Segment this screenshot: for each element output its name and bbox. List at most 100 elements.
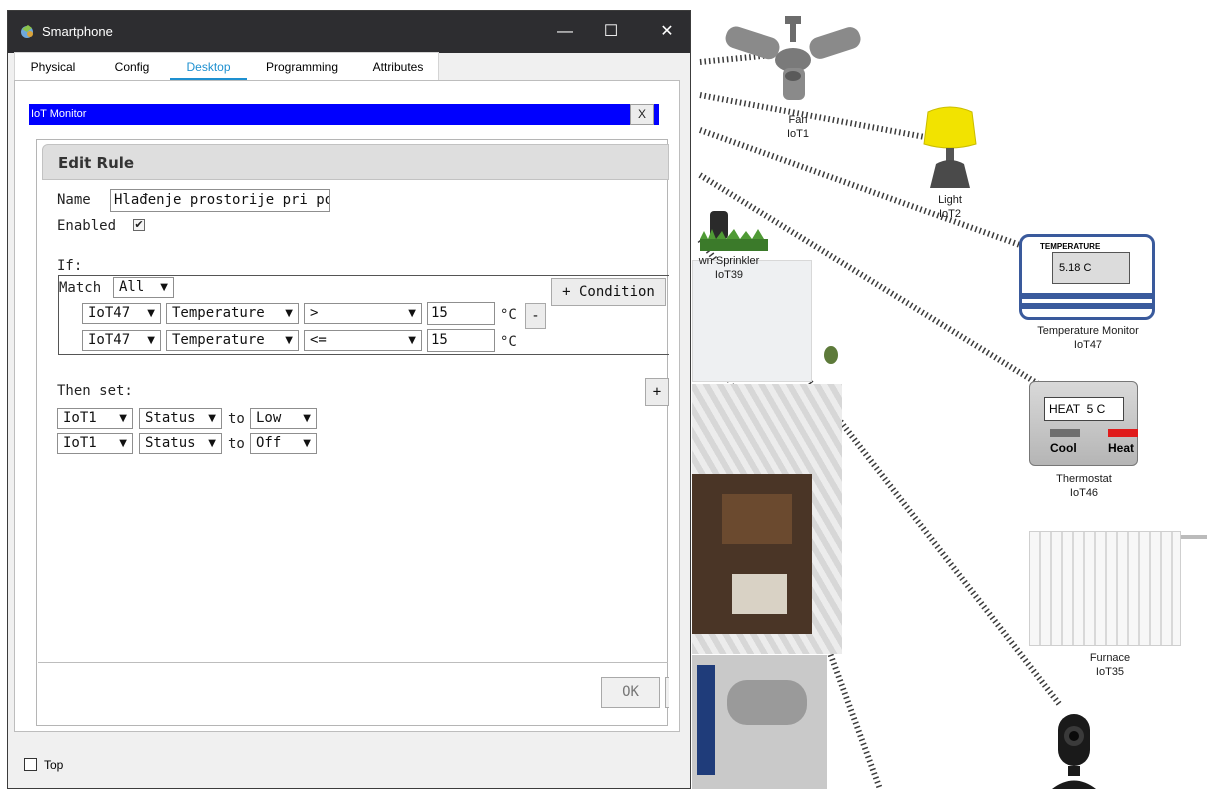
maximize-button[interactable]: ☐ <box>588 11 634 53</box>
tab-physical[interactable]: Physical <box>24 53 82 81</box>
dropdown-arrow-icon: ▼ <box>408 335 416 346</box>
tab-attributes[interactable]: Attributes <box>365 53 431 81</box>
condition-2-unit: °C <box>500 334 517 350</box>
condition-2-device: IoT47 <box>88 332 131 348</box>
tab-programming[interactable]: Programming <box>260 53 344 81</box>
dropdown-arrow-icon: ▼ <box>119 438 127 449</box>
window-title: Smartphone <box>42 24 113 39</box>
action-2-to-label: to <box>228 436 245 452</box>
dropdown-arrow-icon: ▼ <box>160 282 168 293</box>
dialog-divider <box>38 662 668 663</box>
condition-2-value-input[interactable]: 15 <box>427 329 495 352</box>
edit-rule-title: Edit Rule <box>58 154 135 172</box>
dropdown-arrow-icon: ▼ <box>285 308 293 319</box>
floorplan-garage <box>692 655 827 789</box>
temp-reading: 5.18 C <box>1059 262 1092 274</box>
action-2-value-select[interactable]: Off ▼ <box>250 433 317 454</box>
temp-monitor-screen: 5.18 C <box>1052 252 1130 284</box>
tab-config[interactable]: Config <box>107 53 157 81</box>
thermostat[interactable]: HEAT 5 C Cool Heat <box>1029 381 1138 466</box>
dropdown-arrow-icon: ▼ <box>408 308 416 319</box>
radiator-pipe <box>1181 535 1207 539</box>
action-2-property: Status <box>145 435 196 451</box>
action-2-value: Off <box>256 435 282 451</box>
action-2-device: IoT1 <box>63 435 97 451</box>
condition-1-unit: °C <box>500 307 517 323</box>
condition-1-property-select[interactable]: Temperature ▼ <box>166 303 299 324</box>
enabled-checkbox[interactable]: ✔ <box>133 219 145 231</box>
device-label-light: Light IoT2 <box>938 194 962 220</box>
packet-tracer-app-icon <box>21 25 33 38</box>
temperature-monitor[interactable]: TEMPERATURE 5.18 C <box>1019 234 1155 320</box>
dropdown-arrow-icon: ▼ <box>208 438 216 449</box>
add-condition-button[interactable]: + Condition <box>551 278 666 306</box>
action-1-property-select[interactable]: Status ▼ <box>139 408 222 429</box>
action-2-device-select[interactable]: IoT1 ▼ <box>57 433 133 454</box>
always-on-top-checkbox[interactable] <box>24 758 37 771</box>
device-label-thermostat: Thermostat IoT46 <box>1056 473 1112 499</box>
action-1-device-select[interactable]: IoT1 ▼ <box>57 408 133 429</box>
condition-1-value-input[interactable]: 15 <box>427 302 495 325</box>
dropdown-arrow-icon: ▼ <box>119 413 127 424</box>
device-label-furnace: Furnace IoT35 <box>1089 652 1131 678</box>
device-label-fan: Fan IoT1 <box>786 114 809 140</box>
sprinkler-icon[interactable] <box>700 207 770 253</box>
name-label: Name <box>57 192 91 208</box>
temp-monitor-title: TEMPERATURE <box>1040 242 1101 251</box>
iot-monitor-close-button[interactable]: X <box>630 104 654 125</box>
dropdown-arrow-icon: ▼ <box>303 438 311 449</box>
condition-2-property: Temperature <box>172 332 265 348</box>
dropdown-arrow-icon: ▼ <box>147 335 155 346</box>
iot-monitor-title: IoT Monitor <box>31 108 87 120</box>
condition-1-operator-select[interactable]: > ▼ <box>304 303 422 324</box>
cancel-button-partial[interactable] <box>665 677 669 708</box>
add-action-button[interactable]: + <box>645 378 669 406</box>
iot-monitor-titlebar: IoT Monitor <box>29 104 659 125</box>
floorplan-room <box>692 384 842 654</box>
condition-1-property: Temperature <box>172 305 265 321</box>
action-1-value: Low <box>256 410 282 426</box>
remove-condition-button[interactable]: - <box>525 303 546 329</box>
condition-1-operator: > <box>310 305 319 321</box>
thermostat-display: HEAT 5 C <box>1044 397 1124 421</box>
condition-1-device-select[interactable]: IoT47 ▼ <box>82 303 161 324</box>
cool-label: Cool <box>1050 441 1077 455</box>
always-on-top-label: Top <box>44 758 64 772</box>
ceiling-fan-icon[interactable] <box>723 16 863 111</box>
match-value: All <box>119 279 145 295</box>
action-1-property: Status <box>145 410 196 426</box>
condition-1-device: IoT47 <box>88 305 131 321</box>
ok-button[interactable]: OK <box>601 677 660 708</box>
furnace-radiator[interactable] <box>1029 531 1181 646</box>
tab-bar: Physical Config Desktop Programming Attr… <box>14 52 439 81</box>
condition-2-operator-select[interactable]: <= ▼ <box>304 330 422 351</box>
dropdown-arrow-icon: ▼ <box>303 413 311 424</box>
close-button[interactable]: ✕ <box>644 11 690 53</box>
minimize-button[interactable]: — <box>542 11 588 53</box>
condition-2-device-select[interactable]: IoT47 ▼ <box>82 330 161 351</box>
plant-icon <box>824 346 838 364</box>
webcam-icon[interactable] <box>1044 712 1104 789</box>
enabled-label: Enabled <box>57 218 117 234</box>
dropdown-arrow-icon: ▼ <box>208 413 216 424</box>
match-label: Match <box>59 280 102 296</box>
condition-2-operator: <= <box>310 332 327 348</box>
if-label: If: <box>57 258 83 274</box>
action-1-value-select[interactable]: Low ▼ <box>250 408 317 429</box>
device-label-sprinkler: wn Sprinkler IoT39 <box>698 255 760 281</box>
then-set-label: Then set: <box>57 383 133 399</box>
dropdown-arrow-icon: ▼ <box>285 335 293 346</box>
edit-rule-header: Edit Rule <box>42 144 669 180</box>
title-bar[interactable]: Smartphone — ☐ ✕ <box>8 11 690 53</box>
action-1-to-label: to <box>228 411 245 427</box>
device-label-temp-monitor: Temperature Monitor IoT47 <box>1037 325 1139 351</box>
action-1-device: IoT1 <box>63 410 97 426</box>
rule-name-input[interactable]: Hlađenje prostorije pri povi <box>110 189 330 212</box>
heat-label: Heat <box>1108 441 1135 455</box>
tab-desktop[interactable]: Desktop <box>170 53 247 81</box>
condition-2-property-select[interactable]: Temperature ▼ <box>166 330 299 351</box>
match-select[interactable]: All ▼ <box>113 277 174 298</box>
action-2-property-select[interactable]: Status ▼ <box>139 433 222 454</box>
cool-indicator <box>1050 429 1080 437</box>
lamp-icon[interactable] <box>920 104 980 190</box>
